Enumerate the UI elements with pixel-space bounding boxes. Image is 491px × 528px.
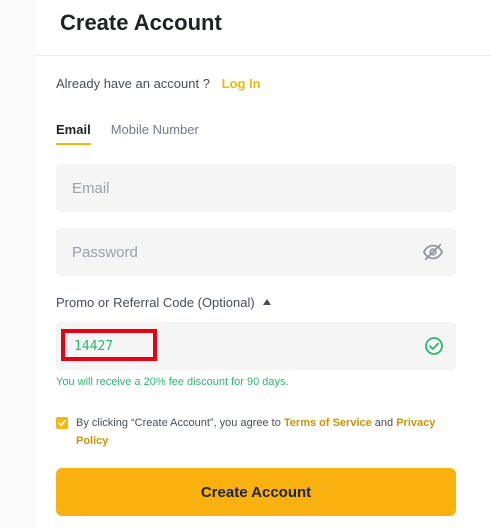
create-account-card: Create Account Already have an account ?…	[36, 0, 491, 528]
create-account-button[interactable]: Create Account	[56, 468, 456, 516]
terms-and: and	[374, 417, 394, 429]
tab-mobile-number[interactable]: Mobile Number	[111, 122, 199, 145]
email-field-wrapper	[56, 164, 456, 212]
checkmark-icon	[58, 419, 66, 427]
terms-checkbox[interactable]	[56, 417, 68, 429]
password-field-wrapper	[56, 228, 456, 276]
terms-text: By clicking “Create Account”, you agree …	[76, 414, 436, 450]
promo-code-input[interactable]	[56, 322, 456, 370]
terms-of-service-link[interactable]: Terms of Service	[284, 417, 372, 429]
login-prompt-text: Already have an account ?	[56, 76, 210, 91]
promo-toggle[interactable]: Promo or Referral Code (Optional)	[56, 295, 271, 310]
promo-field-wrapper	[56, 322, 456, 370]
login-prompt: Already have an account ? Log In	[56, 76, 261, 91]
tab-email[interactable]: Email	[56, 122, 91, 145]
caret-up-icon	[262, 299, 271, 305]
password-input[interactable]	[56, 228, 456, 276]
promo-label: Promo or Referral Code (Optional)	[56, 295, 255, 310]
eye-off-icon[interactable]	[422, 241, 444, 263]
terms-prefix: By clicking “Create Account”, you agree …	[76, 417, 281, 429]
discount-message: You will receive a 20% fee discount for …	[56, 376, 289, 388]
signup-method-tabs: Email Mobile Number	[56, 122, 199, 145]
card-header: Create Account	[36, 0, 491, 56]
login-link[interactable]: Log In	[222, 76, 261, 91]
check-circle-icon	[424, 336, 444, 356]
email-input[interactable]	[56, 164, 456, 212]
page-title: Create Account	[60, 10, 222, 35]
